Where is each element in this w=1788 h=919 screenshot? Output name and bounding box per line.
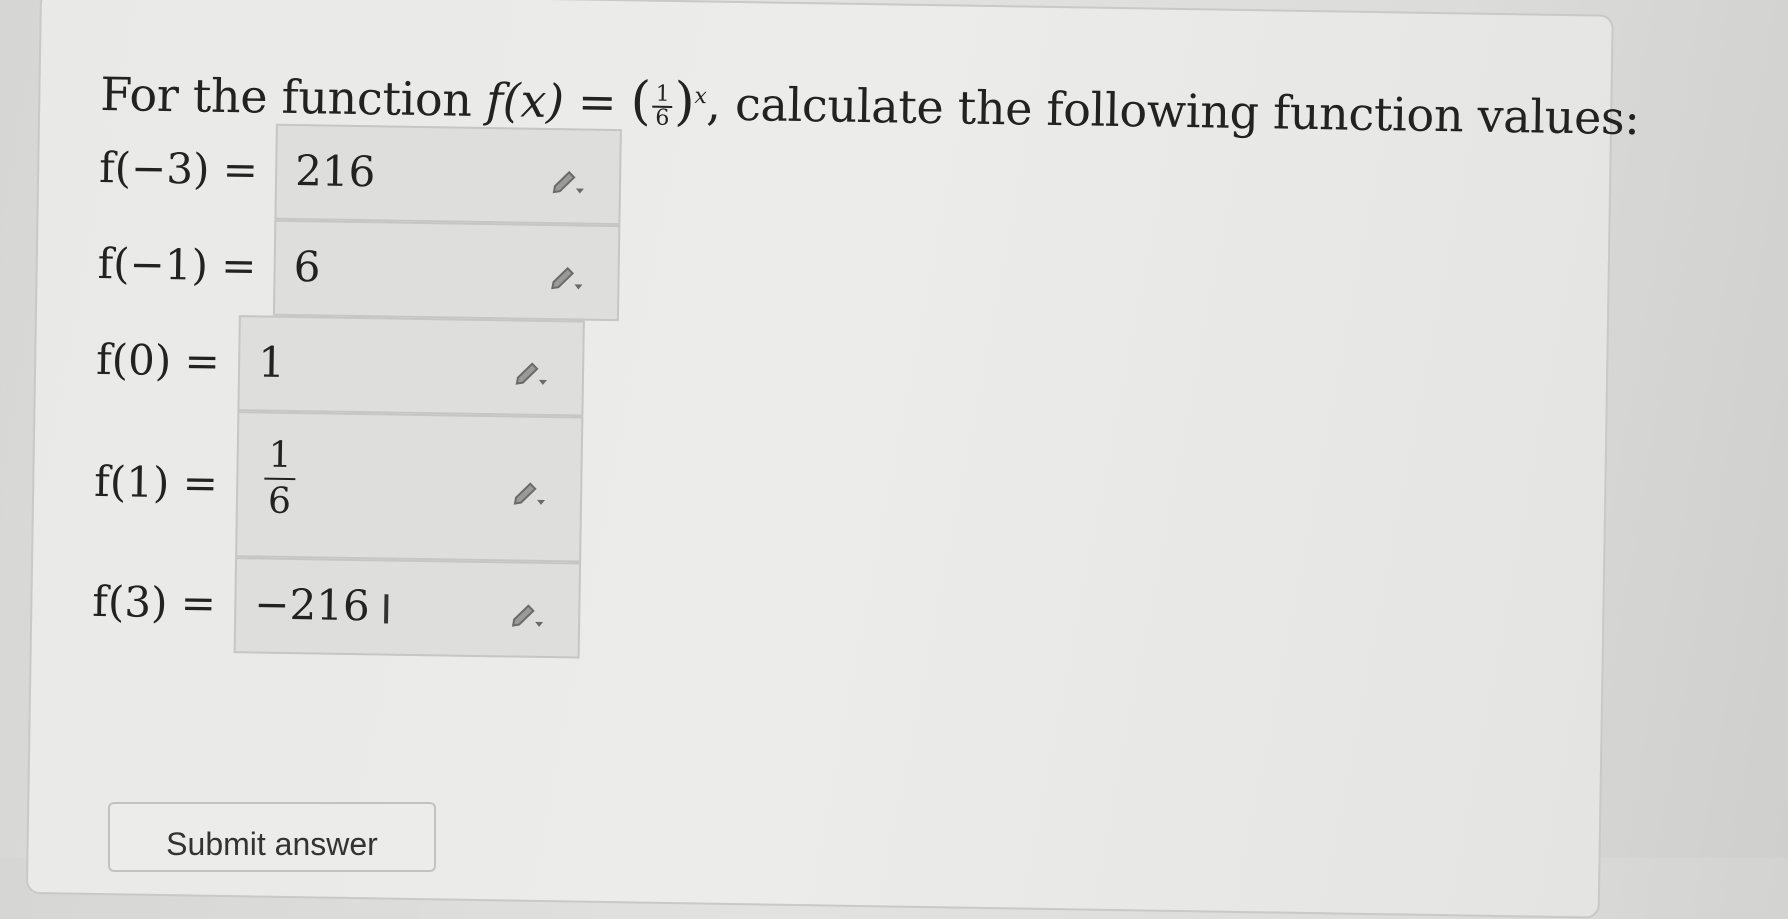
prompt-tail: , calculate the following function value… [706,76,1640,146]
exponent: x [694,83,707,110]
fraction-denominator: 6 [267,480,292,523]
answer-label: f(0) = [95,334,221,386]
base-denominator: 6 [655,105,670,131]
pencil-dropdown-icon[interactable] [549,164,589,197]
answer-input-f-1[interactable]: 1 6 [235,411,584,563]
answer-input-f-neg1[interactable]: 6 [272,219,621,322]
close-paren: ) [673,71,695,133]
fraction-numerator: 1 [264,433,296,481]
function-expression: f(x) = [486,73,631,129]
pencil-dropdown-icon[interactable] [547,260,587,293]
answer-label: f(−1) = [97,238,257,291]
answer-input-f-3[interactable]: −216 I [233,557,582,659]
pencil-dropdown-icon[interactable] [510,475,550,508]
answer-fraction: 1 6 [264,433,296,524]
pencil-dropdown-icon[interactable] [512,355,552,388]
text-cursor-icon: I [379,587,393,634]
answer-input-f-neg3[interactable]: 216 [274,123,622,226]
answer-label: f(1) = [93,456,219,508]
function-lhs: f(x) = [485,73,632,130]
submit-answer-button[interactable]: Submit answer [108,802,436,872]
prompt-intro: For the function [99,66,473,127]
open-paren: ( [630,71,652,132]
answer-label: f(−3) = [98,142,259,195]
base-fraction: 16 [652,82,673,131]
answer-label: f(3) = [92,576,217,628]
answer-value: 216 [294,146,376,197]
answer-input-f-0[interactable]: 1 [237,315,585,417]
pencil-dropdown-icon[interactable] [508,597,548,630]
answer-value: 1 [257,337,286,387]
answer-value: −216 [253,579,371,631]
answer-value: 6 [293,242,321,292]
base-numerator: 1 [652,82,673,108]
question-card: For the function f(x) = (1 6)x, calculate… [25,0,1640,919]
